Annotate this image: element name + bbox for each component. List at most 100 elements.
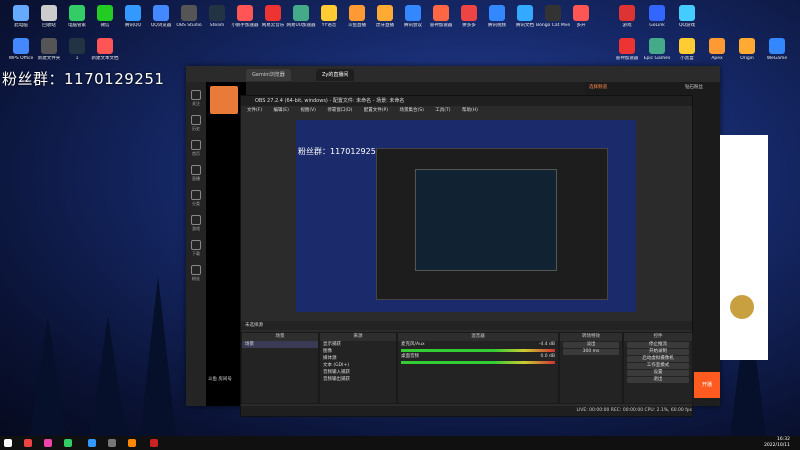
- room-label: 斗鱼 房间号: [208, 377, 232, 382]
- sidebar-item-game[interactable]: 游戏: [186, 215, 206, 232]
- app-icon: [293, 5, 309, 21]
- source-item[interactable]: 图像: [320, 348, 396, 355]
- mixer-channel-desktop: 桌面音频 0.0 dB: [401, 354, 555, 359]
- download-icon: [191, 240, 201, 250]
- app-icon: [739, 38, 755, 54]
- menu-scene-collection[interactable]: 场景集合(S): [399, 108, 423, 113]
- sources-list: 显示捕获 图像 媒体源 文本 (GDI+) 音频输入捕获 音频输出捕获: [320, 341, 396, 383]
- app-icon: [649, 5, 665, 21]
- taskbar-app-icon[interactable]: [24, 439, 32, 447]
- desktop-icon[interactable]: 多开: [564, 5, 598, 28]
- control-button[interactable]: 工作室模式: [627, 363, 689, 369]
- nested-capture: [376, 148, 608, 300]
- desktop-icon[interactable]: Origin: [730, 38, 764, 61]
- desktop-icon[interactable]: Apex: [700, 38, 734, 61]
- app-icon: [573, 5, 589, 21]
- desktop-icon-label: QQ游戏: [678, 23, 696, 28]
- desktop-icon-label: Apex: [711, 56, 723, 61]
- transition-duration[interactable]: 300 ms: [563, 349, 619, 355]
- app-icon: [377, 5, 393, 21]
- control-button[interactable]: 退出: [627, 377, 689, 383]
- sidebar-item-fans[interactable]: 粉丝: [186, 265, 206, 282]
- desktop-icon[interactable]: GoLink: [640, 5, 674, 28]
- app-icon: [69, 5, 85, 21]
- desktop-icon[interactable]: WeGame: [760, 38, 794, 61]
- app-icon: [181, 5, 197, 21]
- desktop-icon[interactable]: 小黑盒: [670, 38, 704, 61]
- app-icon: [545, 5, 561, 21]
- streamer-avatar: [210, 86, 238, 114]
- desktop-icon[interactable]: 游戏: [610, 5, 644, 28]
- obs-docks: 场景 场景 来源 显示捕获 图像 媒体源 文本 (GDI+) 音频输入捕获 音频输出捕获 …: [241, 332, 693, 406]
- sidebar-item-follow[interactable]: 关注: [186, 90, 206, 107]
- scene-item[interactable]: 场景: [242, 341, 318, 348]
- desktop-icon-label: 雷神加速器: [615, 56, 639, 61]
- go-live-button[interactable]: 开播: [694, 372, 720, 398]
- desktop-meter: [401, 361, 555, 364]
- menu-profile[interactable]: 配置文件(P): [364, 108, 388, 113]
- source-item[interactable]: 音频输出捕获: [320, 376, 396, 383]
- obs-window: OBS 27.2.4 (64-bit, windows) - 配置文件: 未命名…: [240, 95, 693, 417]
- control-button[interactable]: 设置: [627, 370, 689, 376]
- desktop-icon[interactable]: Epic Games: [640, 38, 674, 61]
- sidebar-item-history[interactable]: 历史: [186, 115, 206, 132]
- obs-preview[interactable]: 粉丝群：1170129251: [296, 120, 636, 312]
- app-icon: [237, 5, 253, 21]
- taskbar-app-icon[interactable]: [108, 439, 116, 447]
- source-item[interactable]: 音频输入捕获: [320, 369, 396, 376]
- taskbar-app-icon[interactable]: [44, 439, 52, 447]
- taskbar-app-icon[interactable]: [64, 439, 72, 447]
- desktop-icon[interactable]: QQ游戏: [670, 5, 704, 28]
- app-icon: [709, 38, 725, 54]
- menu-help[interactable]: 帮助(H): [462, 108, 478, 113]
- taskbar-clock: 16:32 2022/10/11: [764, 437, 790, 448]
- app-icon: [405, 5, 421, 21]
- app-icon: [769, 38, 785, 54]
- tab-select-channel[interactable]: 选择频道: [589, 84, 607, 90]
- sidebar-item-category[interactable]: 分类: [186, 190, 206, 207]
- sidebar-item-download[interactable]: 下载: [186, 240, 206, 257]
- app-icon: [517, 5, 533, 21]
- transitions-dock: 转场特效 淡出 300 ms: [559, 332, 623, 404]
- desktop-icon[interactable]: 新建文本文档: [88, 38, 122, 61]
- tab-live-room[interactable]: Zy的直播间: [316, 69, 355, 81]
- source-item[interactable]: 文本 (GDI+): [320, 362, 396, 369]
- controls-dock: 控件 停止推流 开始录制 启动虚拟摄像机 工作室模式 设置 退出: [623, 332, 693, 404]
- app-icon: [125, 5, 141, 21]
- app-icon: [619, 5, 635, 21]
- tab-diamond-fans[interactable]: 钻石粉丝: [685, 84, 703, 90]
- transition-select[interactable]: 淡出: [563, 342, 619, 348]
- app-icon: [649, 38, 665, 54]
- source-item[interactable]: 媒体源: [320, 355, 396, 362]
- clock-icon: [191, 115, 201, 125]
- app-icon: [433, 5, 449, 21]
- controls-list: 停止推流 开始录制 启动虚拟摄像机 工作室模式 设置 退出: [624, 342, 692, 383]
- taskbar-app-icon[interactable]: [88, 439, 96, 447]
- control-button[interactable]: 开始录制: [627, 349, 689, 355]
- app-icon: [41, 38, 57, 54]
- sidebar-item-home[interactable]: 首页: [186, 140, 206, 157]
- taskbar-app-icon[interactable]: [128, 439, 136, 447]
- desktop-icon-label: 小黑盒: [680, 56, 694, 61]
- app-icon: [489, 5, 505, 21]
- menu-edit[interactable]: 编辑(E): [274, 108, 289, 113]
- app-icon: [349, 5, 365, 21]
- menu-docks[interactable]: 停靠窗口(D): [327, 108, 352, 113]
- app-icon: [13, 38, 29, 54]
- desktop-icon[interactable]: 雷神加速器: [610, 38, 644, 61]
- sidebar-item-live[interactable]: 直播: [186, 165, 206, 182]
- menu-file[interactable]: 文件(F): [247, 108, 262, 113]
- menu-view[interactable]: 视图(V): [300, 108, 316, 113]
- app-icon: [461, 5, 477, 21]
- browser-tab-bar: Gemini浏览器 Zy的直播间: [186, 66, 720, 82]
- source-item[interactable]: 显示捕获: [320, 341, 396, 348]
- app-icon: [209, 5, 225, 21]
- control-button[interactable]: 停止推流: [627, 342, 689, 348]
- start-icon[interactable]: [4, 439, 12, 447]
- tab-gemini[interactable]: Gemini浏览器: [246, 69, 291, 81]
- user-icon: [191, 265, 201, 275]
- taskbar-app-icon[interactable]: [150, 439, 158, 447]
- taskbar: 16:32 2022/10/11: [0, 436, 800, 450]
- control-button[interactable]: 启动虚拟摄像机: [627, 356, 689, 362]
- menu-tools[interactable]: 工具(T): [435, 108, 450, 113]
